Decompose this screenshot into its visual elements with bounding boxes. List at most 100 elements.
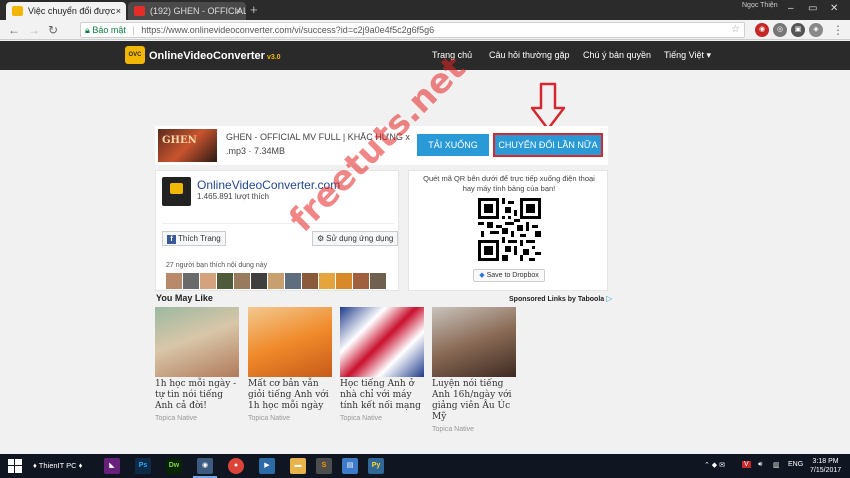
card-image xyxy=(340,307,424,377)
extension-icon[interactable]: ▣ xyxy=(791,23,805,37)
separator: | xyxy=(132,25,135,35)
logo-text: OnlineVideoConverter xyxy=(149,50,265,62)
card-caption: Luyện nói tiếng Anh 16h/ngày với giảng v… xyxy=(432,379,512,422)
card-image xyxy=(432,307,516,377)
tab-youtube[interactable]: (192) GHEN - OFFICIAL × xyxy=(128,2,246,20)
card-caption: 1h học mỗi ngày - tự tin nói tiếng Anh c… xyxy=(155,379,237,411)
camera-logo-icon: OVC xyxy=(125,46,145,64)
save-to-dropbox-button[interactable]: ◆ Save to Dropbox xyxy=(473,269,545,282)
system-clock[interactable]: 3:18 PM 7/15/2017 xyxy=(810,457,841,475)
extension-icon[interactable]: ◈ xyxy=(809,23,823,37)
sponsored-text: Sponsored Links by Taboola xyxy=(509,296,605,303)
maximize-icon[interactable]: ▭ xyxy=(808,3,817,14)
card-image xyxy=(155,307,239,377)
recommend-card[interactable]: 1h học mỗi ngày - tự tin nói tiếng Anh c… xyxy=(155,307,240,422)
tray-icons[interactable]: ⌃ ◆ ✉ xyxy=(704,461,725,469)
toolbar-label[interactable]: ♦ ThienIT PC ♦ xyxy=(33,461,82,470)
volume-icon[interactable]: 🔊︎ xyxy=(758,461,762,469)
profile-name[interactable]: Ngọc Thiện xyxy=(742,2,778,9)
convert-again-button[interactable]: CHUYỂN ĐỔI LẦN NỮA xyxy=(493,133,603,157)
clock-time: 3:18 PM xyxy=(812,458,839,465)
avatar[interactable] xyxy=(336,273,352,289)
file-explorer-icon[interactable]: ▬ xyxy=(290,458,306,474)
forward-icon[interactable]: → xyxy=(28,22,40,38)
network-icon[interactable]: ▥ xyxy=(773,461,780,469)
tab-converter[interactable]: Việc chuyển đổi được × xyxy=(6,2,126,20)
clock-date: 7/15/2017 xyxy=(810,467,842,474)
back-icon[interactable]: ← xyxy=(8,22,20,38)
secure-label: Bảo mật xyxy=(92,25,126,35)
sublime-text-icon[interactable]: S xyxy=(316,458,332,474)
qr-code xyxy=(478,198,541,261)
like-page-label: Thích Trang xyxy=(178,234,221,243)
avatar[interactable] xyxy=(319,273,335,289)
avatar[interactable] xyxy=(285,273,301,289)
menu-icon[interactable]: ⋮ xyxy=(832,22,844,38)
site-header: OVC OnlineVideoConverter v3.0 Trang chủ C… xyxy=(0,41,850,70)
page-avatar[interactable] xyxy=(162,177,191,206)
bookmark-star-icon[interactable]: ☆ xyxy=(731,23,740,37)
avatar[interactable] xyxy=(302,273,318,289)
card-source: Topica Native xyxy=(248,415,291,422)
extension-icon[interactable]: ◎ xyxy=(773,23,787,37)
avatar[interactable] xyxy=(251,273,267,289)
visual-studio-icon[interactable]: ◣ xyxy=(104,458,120,474)
dropbox-label: Save to Dropbox xyxy=(486,272,539,279)
recommend-card[interactable]: Học tiếng Anh ở nhà chỉ với máy tính kết… xyxy=(340,307,425,422)
sponsored-links-label[interactable]: Sponsored Links by Taboola ▷ xyxy=(509,294,612,303)
recommend-card[interactable]: Luyện nói tiếng Anh 16h/ngày với giảng v… xyxy=(432,307,517,433)
files-app-icon[interactable]: ▤ xyxy=(342,458,358,474)
chrome-icon[interactable]: ● xyxy=(228,458,244,474)
chrome-icon[interactable]: ◉ xyxy=(197,458,213,474)
converter-favicon-icon xyxy=(12,6,23,16)
avatar[interactable] xyxy=(200,273,216,289)
python-icon[interactable]: Py xyxy=(368,458,384,474)
extension-icon[interactable]: ◉ xyxy=(755,23,769,37)
windows-start-icon[interactable] xyxy=(8,459,22,473)
media-app-icon[interactable]: ▶ xyxy=(259,458,275,474)
qr-instructions: Quét mã QR bên dưới để trực tiếp xuống đ… xyxy=(423,174,595,193)
avatar[interactable] xyxy=(370,273,386,289)
close-tab-icon[interactable]: × xyxy=(236,2,241,20)
adchoices-icon: ▷ xyxy=(606,294,613,303)
lock-icon: 🔒︎ xyxy=(85,25,90,35)
new-tab-button[interactable]: + xyxy=(250,3,258,17)
nav-copyright[interactable]: Chú ý bản quyền xyxy=(583,41,651,70)
avatar[interactable] xyxy=(166,273,182,289)
minimize-icon[interactable]: – xyxy=(788,3,794,14)
facebook-page-widget: OnlineVideoConverter.com 1.465.891 lượt … xyxy=(155,170,399,291)
qr-code-widget: Quét mã QR bên dưới để trực tiếp xuống đ… xyxy=(408,170,608,291)
avatar[interactable] xyxy=(183,273,199,289)
close-tab-icon[interactable]: × xyxy=(116,2,121,20)
url-text: https://www.onlinevideoconverter.com/vi/… xyxy=(141,25,435,35)
nav-faq[interactable]: Câu hỏi thường gặp xyxy=(489,41,569,70)
down-arrow-annotation xyxy=(530,82,566,131)
avatar[interactable] xyxy=(217,273,233,289)
friends-like-text: 27 người bạn thích nội dung này xyxy=(166,262,268,269)
tab-title: (192) GHEN - OFFICIAL xyxy=(150,6,246,16)
video-thumbnail: GHEN xyxy=(158,129,217,162)
browser-toolbar: ← → ↻ 🔒︎ Bảo mật | https://www.onlinevid… xyxy=(0,20,850,40)
address-bar[interactable]: 🔒︎ Bảo mật | https://www.onlinevideoconv… xyxy=(80,22,745,38)
avatar[interactable] xyxy=(268,273,284,289)
language-indicator[interactable]: ENG xyxy=(788,461,803,468)
card-source: Topica Native xyxy=(155,415,198,422)
use-app-button[interactable]: ⚙ Sử dụng ứng dụng xyxy=(312,231,399,246)
card-caption: Học tiếng Anh ở nhà chỉ với máy tính kết… xyxy=(340,379,421,411)
dreamweaver-icon[interactable]: Dw xyxy=(166,458,182,474)
windows-taskbar: ♦ ThienIT PC ♦ ◣ Ps Dw ◉ ● ▶ ▬ S ▤ Py ⌃ … xyxy=(0,454,850,478)
recommend-card[interactable]: Mất cơ bản vẫn giỏi tiếng Anh với 1h học… xyxy=(248,307,333,422)
close-window-icon[interactable]: ✕ xyxy=(830,3,838,14)
you-may-like-heading: You May Like xyxy=(156,293,213,303)
card-source: Topica Native xyxy=(432,426,475,433)
language-label: Tiếng Việt xyxy=(664,50,705,60)
reload-icon[interactable]: ↻ xyxy=(48,22,58,38)
nav-language[interactable]: Tiếng Việt ▾ xyxy=(664,41,711,70)
photoshop-icon[interactable]: Ps xyxy=(135,458,151,474)
download-button[interactable]: TẢI XUỐNG xyxy=(417,134,489,156)
app-icon: ⚙ xyxy=(317,234,325,243)
like-page-button[interactable]: f Thích Trang xyxy=(162,231,226,246)
tray-vivaldi-icon[interactable]: V xyxy=(742,461,751,468)
avatar[interactable] xyxy=(234,273,250,289)
avatar[interactable] xyxy=(353,273,369,289)
